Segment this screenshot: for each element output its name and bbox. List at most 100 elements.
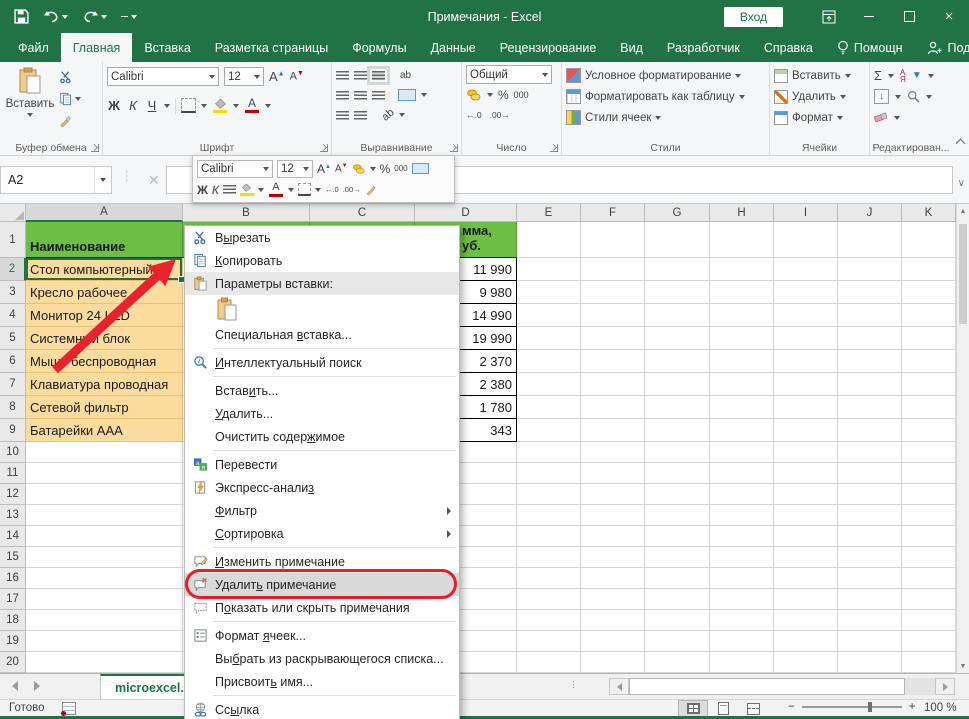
comma-style-button[interactable]: 000 xyxy=(514,90,529,100)
tab-Справка[interactable]: Справка xyxy=(752,33,825,62)
borders-icon[interactable] xyxy=(181,98,196,113)
align-bottom-icon[interactable] xyxy=(372,71,385,80)
cell-K12[interactable] xyxy=(902,484,956,505)
cell-F20[interactable] xyxy=(581,652,645,673)
cell-F4[interactable] xyxy=(581,304,645,327)
cell-K8[interactable] xyxy=(902,396,956,419)
cell-F17[interactable] xyxy=(581,589,645,610)
cell-F15[interactable] xyxy=(581,547,645,568)
column-header-E[interactable]: E xyxy=(517,204,581,222)
prev-sheet-icon[interactable] xyxy=(12,681,18,691)
scroll-down-icon[interactable]: ▼ xyxy=(957,659,969,673)
expand-formula-bar-icon[interactable]: ∨ xyxy=(958,178,965,189)
cell-K2[interactable] xyxy=(902,258,956,281)
cell-K10[interactable] xyxy=(902,442,956,463)
cancel-entry-icon[interactable]: ✕ xyxy=(148,172,160,189)
accounting-format-icon[interactable] xyxy=(466,88,482,102)
macro-record-icon[interactable] xyxy=(62,702,76,715)
cell-H20[interactable] xyxy=(710,652,774,673)
cell-H16[interactable] xyxy=(710,568,774,589)
cell-G5[interactable] xyxy=(645,327,710,350)
mini-bold-button[interactable]: Ж xyxy=(197,183,208,197)
cell-I11[interactable] xyxy=(774,463,838,484)
cell-G13[interactable] xyxy=(645,505,710,526)
cell-E19[interactable] xyxy=(517,631,581,652)
cell-G4[interactable] xyxy=(645,304,710,327)
row-header-18[interactable]: 18 xyxy=(0,610,26,631)
cell-K18[interactable] xyxy=(902,610,956,631)
menu-item-перевести[interactable]: аяПеревести xyxy=(185,453,459,476)
tab-Вставка[interactable]: Вставка xyxy=(132,33,202,62)
cell-E8[interactable] xyxy=(517,396,581,419)
cell-G8[interactable] xyxy=(645,396,710,419)
cell-H8[interactable] xyxy=(710,396,774,419)
cell-I5[interactable] xyxy=(774,327,838,350)
cell-A20[interactable] xyxy=(26,652,183,673)
cell-F8[interactable] xyxy=(581,396,645,419)
mini-borders-icon[interactable] xyxy=(298,183,311,196)
cell-E11[interactable] xyxy=(517,463,581,484)
cell-H2[interactable] xyxy=(710,258,774,281)
cell-E18[interactable] xyxy=(517,610,581,631)
mini-fill-color-icon[interactable] xyxy=(240,184,254,196)
cell-K15[interactable] xyxy=(902,547,956,568)
menu-item-вставить-[interactable]: Вставить... xyxy=(185,379,459,402)
cell-I13[interactable] xyxy=(774,505,838,526)
login-button[interactable]: Вход xyxy=(724,7,783,27)
cell-A9[interactable]: Батарейки AAA xyxy=(26,419,183,442)
cell-G7[interactable] xyxy=(645,373,710,396)
cell-G1[interactable] xyxy=(645,222,710,258)
menu-paste-option[interactable] xyxy=(185,295,459,323)
menu-item-сортировка[interactable]: Сортировка xyxy=(185,522,459,545)
cell-J20[interactable] xyxy=(838,652,902,673)
cell-A17[interactable] xyxy=(26,589,183,610)
row-header-5[interactable]: 5 xyxy=(0,327,26,350)
cell-J2[interactable] xyxy=(838,258,902,281)
cell-A13[interactable] xyxy=(26,505,183,526)
cell-J13[interactable] xyxy=(838,505,902,526)
page-layout-view-button[interactable] xyxy=(708,700,738,717)
collapse-ribbon-icon[interactable] xyxy=(955,139,965,149)
cell-F13[interactable] xyxy=(581,505,645,526)
scroll-left-icon[interactable] xyxy=(609,678,629,695)
cell-G3[interactable] xyxy=(645,281,710,304)
cell-K19[interactable] xyxy=(902,631,956,652)
cell-G10[interactable] xyxy=(645,442,710,463)
cell-A4[interactable]: Монитор 24 LED xyxy=(26,304,183,327)
fill-icon[interactable]: ↓ xyxy=(874,89,889,104)
close-button[interactable]: × xyxy=(929,0,969,33)
cell-F10[interactable] xyxy=(581,442,645,463)
cell-J16[interactable] xyxy=(838,568,902,589)
cell-K13[interactable] xyxy=(902,505,956,526)
cell-K14[interactable] xyxy=(902,526,956,547)
zoom-slider[interactable] xyxy=(802,706,902,708)
cell-J10[interactable] xyxy=(838,442,902,463)
cell-I19[interactable] xyxy=(774,631,838,652)
cell-A15[interactable] xyxy=(26,547,183,568)
cell-K16[interactable] xyxy=(902,568,956,589)
menu-item-ссылка[interactable]: Ссылка xyxy=(185,698,459,719)
cell-H9[interactable] xyxy=(710,419,774,442)
row-header-14[interactable]: 14 xyxy=(0,526,26,547)
clear-eraser-icon[interactable] xyxy=(874,112,888,123)
cell-E17[interactable] xyxy=(517,589,581,610)
cell-F18[interactable] xyxy=(581,610,645,631)
cell-H13[interactable] xyxy=(710,505,774,526)
cell-F19[interactable] xyxy=(581,631,645,652)
cell-F5[interactable] xyxy=(581,327,645,350)
cell-H7[interactable] xyxy=(710,373,774,396)
row-header-7[interactable]: 7 xyxy=(0,373,26,396)
menu-item-специальная-вставка-[interactable]: Специальная вставка... xyxy=(185,323,459,346)
bold-button[interactable]: Ж xyxy=(107,98,121,113)
cell-I12[interactable] xyxy=(774,484,838,505)
scroll-right-icon[interactable] xyxy=(935,678,955,695)
cell-J4[interactable] xyxy=(838,304,902,327)
cell-A10[interactable] xyxy=(26,442,183,463)
save-icon[interactable] xyxy=(14,9,29,24)
cell-E14[interactable] xyxy=(517,526,581,547)
insert-cells-button[interactable]: Вставить xyxy=(774,65,867,86)
undo-icon[interactable] xyxy=(43,10,68,23)
cell-E7[interactable] xyxy=(517,373,581,396)
cell-F1[interactable] xyxy=(581,222,645,258)
row-header-19[interactable]: 19 xyxy=(0,631,26,652)
